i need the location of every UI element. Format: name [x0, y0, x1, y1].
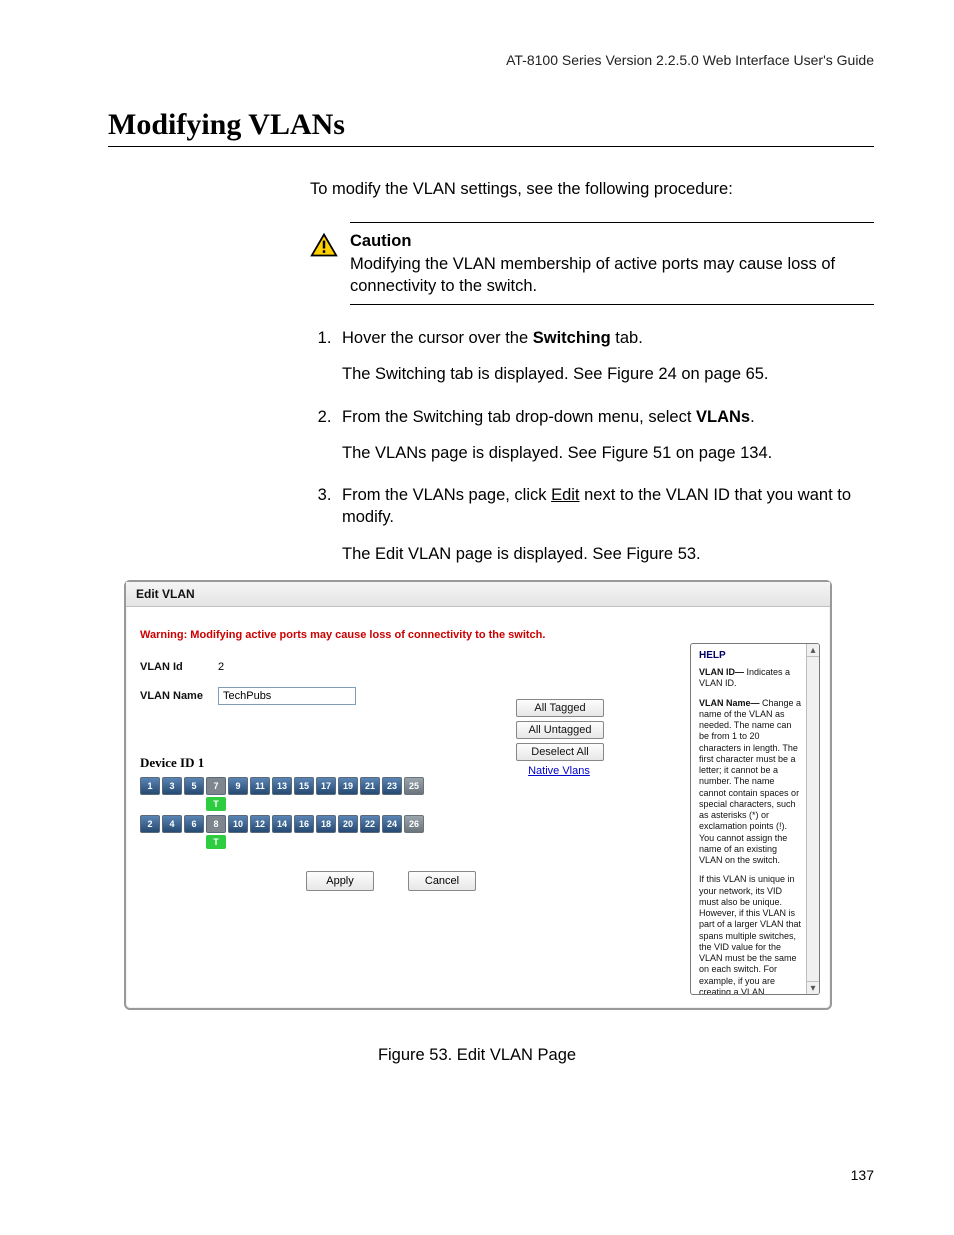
port-3[interactable]: 3	[162, 777, 182, 795]
step-2: From the Switching tab drop-down menu, s…	[336, 406, 874, 465]
caution-heading: Caution	[350, 232, 411, 250]
help-text: If this VLAN is unique in your network, …	[699, 874, 803, 994]
vlan-id-value: 2	[218, 661, 224, 673]
port-17[interactable]: 17	[316, 777, 336, 795]
port-26[interactable]: 26	[404, 815, 424, 833]
native-vlans-link[interactable]: Native Vlans	[516, 765, 602, 777]
port-12[interactable]: 12	[250, 815, 270, 833]
section-title: Modifying VLANs	[108, 108, 345, 142]
step-subtext: The Edit VLAN page is displayed. See Fig…	[342, 543, 874, 565]
figure-edit-vlan: Edit VLAN Warning: Modifying active port…	[124, 580, 832, 1010]
panel-warning: Warning: Modifying active ports may caus…	[140, 629, 816, 641]
port-7-tagged-flag: T	[206, 797, 226, 811]
caution-text: Modifying the VLAN membership of active …	[350, 255, 835, 295]
port-25[interactable]: 25	[404, 777, 424, 795]
port-21[interactable]: 21	[360, 777, 380, 795]
port-19[interactable]: 19	[338, 777, 358, 795]
vlan-name-input[interactable]	[218, 687, 356, 705]
step-3: From the VLANs page, click Edit next to …	[336, 484, 874, 565]
callout-rule-top	[350, 222, 874, 223]
step-bold: VLANs	[696, 408, 750, 426]
step-subtext: The Switching tab is displayed. See Figu…	[342, 363, 874, 385]
port-10[interactable]: 10	[228, 815, 248, 833]
page-header-right: AT-8100 Series Version 2.2.5.0 Web Inter…	[506, 52, 874, 68]
step-subtext: The VLANs page is displayed. See Figure …	[342, 442, 874, 464]
port-15[interactable]: 15	[294, 777, 314, 795]
help-text: Change a name of the VLAN as needed. The…	[699, 698, 801, 866]
step-underline: Edit	[551, 486, 579, 504]
step-bold: Switching	[533, 329, 611, 347]
figure-caption: Figure 53. Edit VLAN Page	[0, 1046, 954, 1065]
step-1: Hover the cursor over the Switching tab.…	[336, 327, 874, 386]
port-13[interactable]: 13	[272, 777, 292, 795]
vlan-id-label: VLAN Id	[140, 661, 218, 673]
port-1[interactable]: 1	[140, 777, 160, 795]
scroll-up-icon[interactable]: ▴	[807, 644, 819, 657]
port-7[interactable]: 7	[206, 777, 226, 795]
scroll-down-icon[interactable]: ▾	[807, 981, 819, 994]
page-number: 137	[851, 1167, 874, 1183]
port-18[interactable]: 18	[316, 815, 336, 833]
help-bold: VLAN Name—	[699, 698, 760, 708]
help-panel: HELP VLAN ID— Indicates a VLAN ID. VLAN …	[690, 643, 820, 995]
panel-title: Edit VLAN	[126, 582, 830, 607]
intro-paragraph: To modify the VLAN settings, see the fol…	[310, 178, 874, 200]
step-text: tab.	[611, 329, 643, 347]
port-9[interactable]: 9	[228, 777, 248, 795]
vlan-name-label: VLAN Name	[140, 690, 218, 702]
caution-callout: Caution Modifying the VLAN membership of…	[310, 222, 874, 305]
port-6[interactable]: 6	[184, 815, 204, 833]
port-8-tagged-flag: T	[206, 835, 226, 849]
port-16[interactable]: 16	[294, 815, 314, 833]
step-text: From the Switching tab drop-down menu, s…	[342, 408, 696, 426]
port-2[interactable]: 2	[140, 815, 160, 833]
all-untagged-button[interactable]: All Untagged	[516, 721, 604, 739]
help-scrollbar[interactable]: ▴ ▾	[806, 644, 819, 994]
procedure-list: Hover the cursor over the Switching tab.…	[310, 327, 874, 565]
deselect-all-button[interactable]: Deselect All	[516, 743, 604, 761]
all-tagged-button[interactable]: All Tagged	[516, 699, 604, 717]
help-bold: VLAN ID—	[699, 667, 744, 677]
port-11[interactable]: 11	[250, 777, 270, 795]
port-14[interactable]: 14	[272, 815, 292, 833]
port-22[interactable]: 22	[360, 815, 380, 833]
port-8[interactable]: 8	[206, 815, 226, 833]
step-text: .	[750, 408, 755, 426]
callout-rule-bottom	[350, 304, 874, 305]
warning-triangle-icon	[310, 232, 338, 258]
port-4[interactable]: 4	[162, 815, 182, 833]
port-23[interactable]: 23	[382, 777, 402, 795]
step-text: Hover the cursor over the	[342, 329, 533, 347]
help-title: HELP	[699, 650, 803, 661]
port-24[interactable]: 24	[382, 815, 402, 833]
apply-button[interactable]: Apply	[306, 871, 374, 891]
step-text: From the VLANs page, click	[342, 486, 551, 504]
port-5[interactable]: 5	[184, 777, 204, 795]
cancel-button[interactable]: Cancel	[408, 871, 476, 891]
port-20[interactable]: 20	[338, 815, 358, 833]
title-rule	[108, 146, 874, 147]
